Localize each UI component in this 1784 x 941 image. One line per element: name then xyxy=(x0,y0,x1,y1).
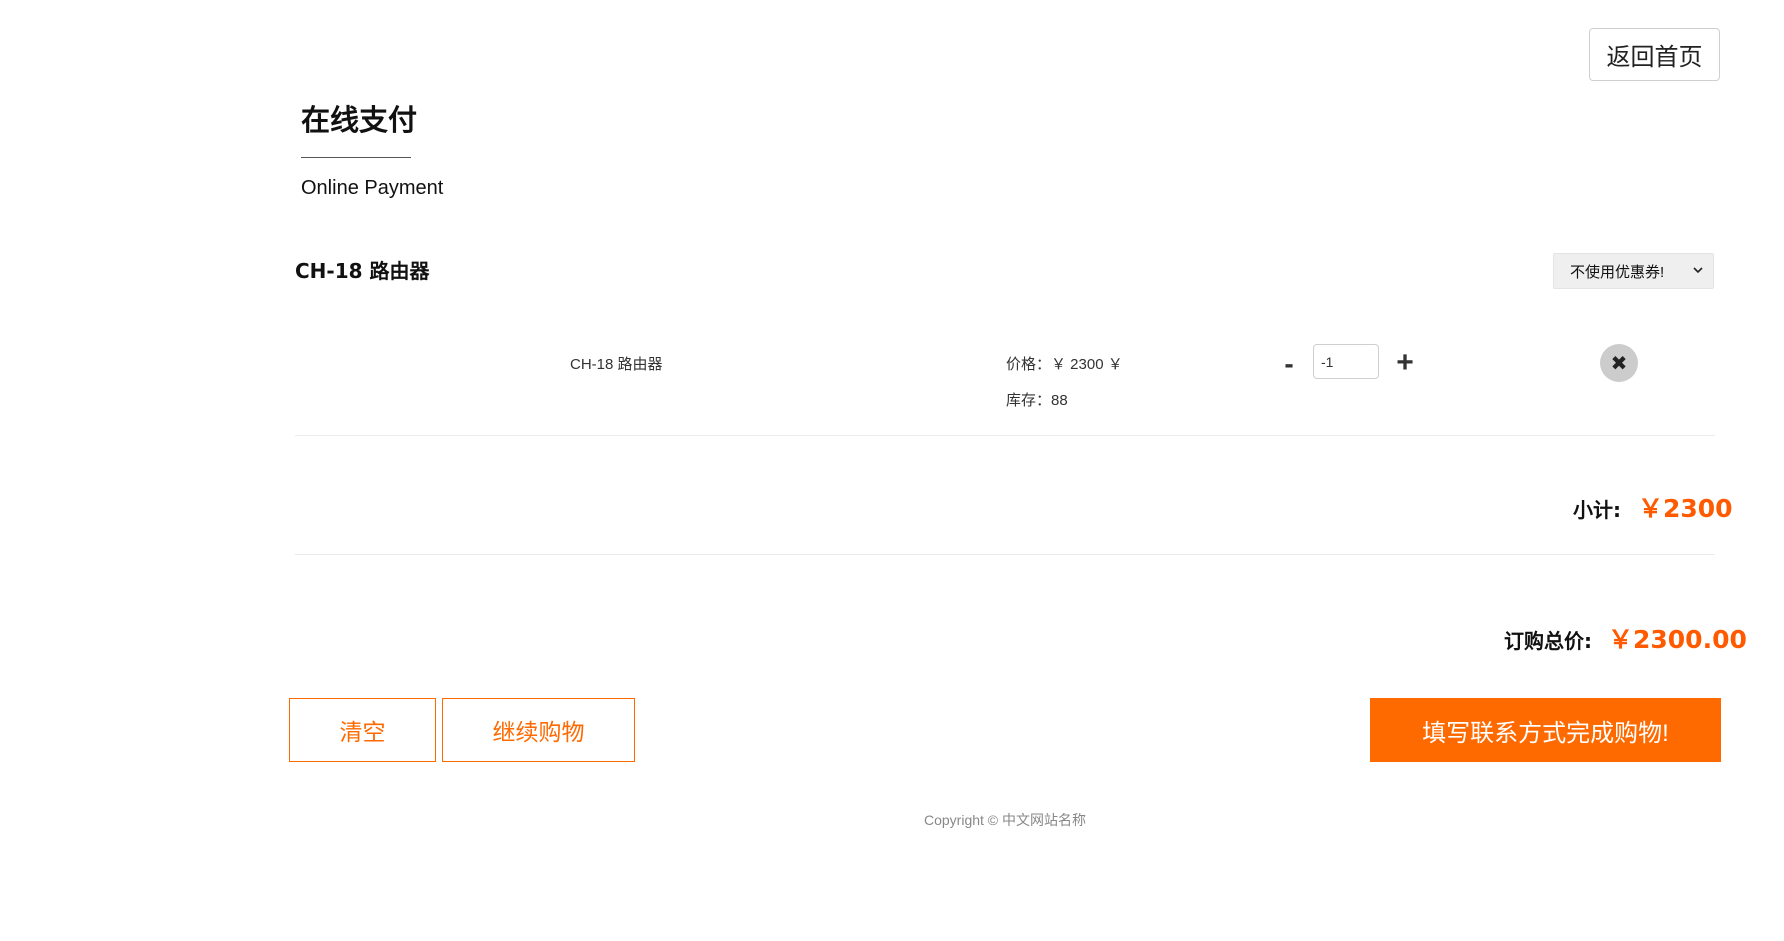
coupon-select-value: 不使用优惠券! xyxy=(1570,263,1665,281)
item-price: 价格：￥ 2300 ￥ xyxy=(1006,356,1123,373)
product-heading: CH-18 路由器 xyxy=(295,259,430,283)
item-stock: 库存：88 xyxy=(1006,392,1068,409)
divider xyxy=(295,435,1715,436)
clear-cart-button[interactable]: 清空 xyxy=(289,698,436,762)
back-home-button[interactable]: 返回首页 xyxy=(1589,28,1720,81)
checkout-button[interactable]: 填写联系方式完成购物! xyxy=(1370,698,1721,762)
continue-shopping-button[interactable]: 继续购物 xyxy=(442,698,635,762)
total-price-label: 订购总价: xyxy=(1504,629,1592,653)
divider xyxy=(295,554,1715,555)
subtotal-value: ￥2300 xyxy=(1638,494,1733,523)
close-icon: ✖ xyxy=(1610,351,1628,375)
page-title: 在线支付 xyxy=(301,103,418,137)
subtotal-label: 小计: xyxy=(1573,498,1621,522)
quantity-increase-button[interactable]: + xyxy=(1392,346,1418,380)
quantity-decrease-button[interactable]: - xyxy=(1278,348,1300,379)
page-subtitle: Online Payment xyxy=(301,177,444,199)
copyright-text: Copyright © 中文网站名称 xyxy=(923,812,1086,828)
quantity-input[interactable] xyxy=(1313,344,1379,379)
total-price-value: ￥2300.00 xyxy=(1608,625,1747,654)
item-name: CH-18 路由器 xyxy=(570,356,663,373)
remove-item-button[interactable]: ✖ xyxy=(1600,344,1638,382)
title-underline xyxy=(301,157,411,158)
coupon-select[interactable]: 不使用优惠券! xyxy=(1553,253,1714,289)
chevron-down-icon xyxy=(1693,262,1703,278)
